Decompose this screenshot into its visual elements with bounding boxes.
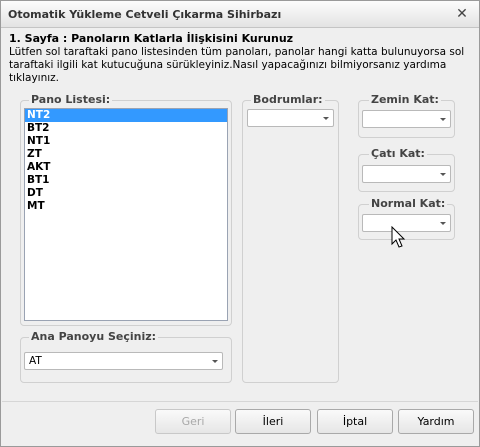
- bodrumlar-select[interactable]: [247, 109, 334, 127]
- cati-kat-select[interactable]: [362, 165, 451, 183]
- chevron-down-icon[interactable]: [323, 117, 329, 120]
- title-bar: Otomatik Yükleme Cetveli Çıkarma Sihirba…: [1, 1, 479, 28]
- pano-listesi-label: Pano Listesi:: [29, 93, 113, 106]
- chevron-down-icon[interactable]: [440, 173, 446, 176]
- footer-divider: [2, 401, 478, 402]
- zemin-kat-label: Zemin Kat:: [369, 93, 441, 106]
- ana-pano-value: AT: [29, 355, 42, 367]
- normal-kat-select[interactable]: [362, 214, 451, 232]
- list-item[interactable]: ZT: [25, 148, 227, 161]
- bodrumlar-label: Bodrumlar:: [251, 93, 325, 106]
- cati-kat-label: Çatı Kat:: [369, 147, 427, 160]
- close-icon[interactable]: ✕: [454, 6, 470, 22]
- zemin-kat-select[interactable]: [362, 110, 451, 128]
- list-item[interactable]: BT2: [25, 122, 227, 135]
- list-item[interactable]: NT2: [25, 109, 227, 122]
- window-title: Otomatik Yükleme Cetveli Çıkarma Sihirba…: [8, 8, 282, 21]
- bodrumlar-group: Bodrumlar:: [242, 93, 339, 383]
- next-button[interactable]: İleri: [235, 409, 311, 434]
- chevron-down-icon[interactable]: [440, 222, 446, 225]
- wizard-window: Otomatik Yükleme Cetveli Çıkarma Sihirba…: [0, 0, 480, 447]
- list-item[interactable]: BT1: [25, 174, 227, 187]
- list-item[interactable]: MT: [25, 200, 227, 213]
- hand-cursor-icon: [391, 226, 406, 248]
- help-button[interactable]: Yardım: [398, 409, 474, 434]
- cancel-button[interactable]: İptal: [317, 409, 393, 434]
- list-item[interactable]: DT: [25, 187, 227, 200]
- instructions-text: Lütfen sol taraftaki pano listesinden tü…: [9, 46, 465, 84]
- page-title: 1. Sayfa : Panoların Katlarla İlişkisini…: [9, 32, 294, 45]
- list-item[interactable]: AKT: [25, 161, 227, 174]
- list-item[interactable]: NT1: [25, 135, 227, 148]
- chevron-down-icon[interactable]: [440, 118, 446, 121]
- chevron-down-icon[interactable]: [212, 360, 218, 363]
- normal-kat-label: Normal Kat:: [369, 197, 448, 210]
- ana-pano-label: Ana Panoyu Seçiniz:: [29, 330, 159, 343]
- pano-list[interactable]: NT2 BT2 NT1 ZT AKT BT1 DT MT: [24, 108, 228, 321]
- ana-pano-select[interactable]: AT: [24, 352, 223, 370]
- back-button[interactable]: Geri: [155, 409, 231, 434]
